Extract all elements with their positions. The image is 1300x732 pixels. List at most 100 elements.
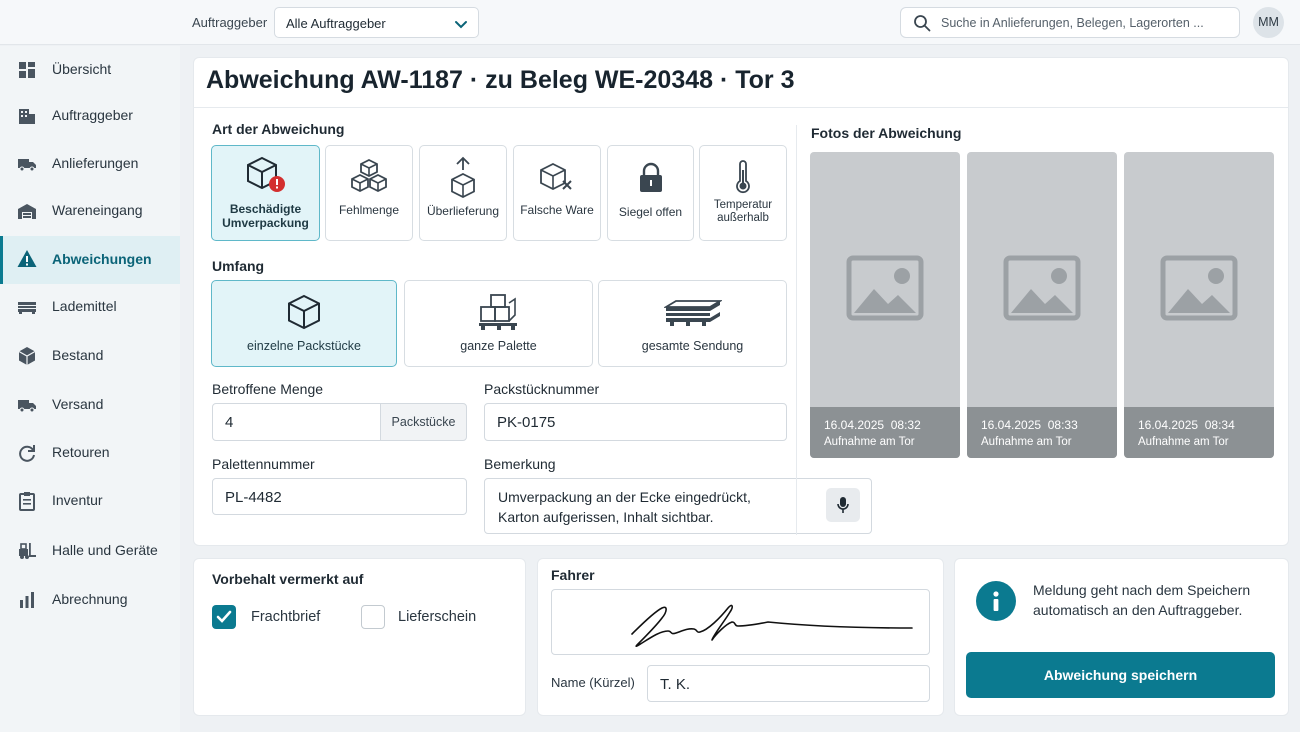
sidebar-item-auftraggeber[interactable]: Auftraggeber [0, 94, 180, 138]
save-deviation-button[interactable]: Abweichung speichern [966, 652, 1275, 698]
scope-whole-pallet[interactable]: ganze Palette [404, 280, 593, 367]
photo-caption-text: Aufnahme am Tor [824, 436, 915, 448]
sidebar-item-label: Wareneingang [52, 202, 143, 218]
sidebar-item-label: Bestand [52, 347, 104, 363]
image-placeholder-icon [1160, 255, 1238, 321]
sidebar-item-label: Inventur [52, 492, 103, 508]
sidebar-item-label: Lademittel [52, 298, 117, 314]
driver-name-label: Name (Kürzel) [551, 675, 635, 690]
sidebar-item-anlieferungen[interactable]: Anlieferungen [0, 142, 180, 186]
sidebar-item-retouren[interactable]: Retouren [0, 431, 180, 475]
quantity-label: Betroffene Menge [212, 381, 324, 397]
checkbox-frachtbrief[interactable] [212, 605, 236, 629]
remark-line: Umverpackung an der Ecke eingedrückt, [498, 489, 751, 505]
sidebar-item-bestand[interactable]: Bestand [0, 334, 180, 378]
sidebar-item-label: Abrechnung [52, 591, 128, 607]
deviation-type-overdelivery[interactable]: Überlieferung [419, 145, 507, 241]
driver-label: Fahrer [551, 567, 595, 583]
tile-label: Falsche Ware [520, 203, 594, 217]
tile-label: gesamte Sendung [641, 339, 744, 353]
pallet-number-input[interactable]: PL-4482 [212, 478, 467, 515]
damaged-box-icon [246, 156, 285, 192]
client-filter-label: Auftraggeber [192, 15, 268, 30]
warehouse-icon [18, 204, 36, 219]
lock-icon [639, 162, 662, 192]
scope-entire-shipment[interactable]: gesamte Sendung [598, 280, 787, 367]
tile-label: Temperatur außerhalb [713, 199, 773, 224]
dictate-button[interactable] [826, 488, 860, 522]
clipboard-icon [19, 492, 35, 511]
remark-textarea[interactable]: Umverpackung an der Ecke eingedrückt, Ka… [484, 478, 872, 534]
checkbox-lieferschein[interactable] [361, 605, 385, 629]
sidebar-item-abrechnung[interactable]: Abrechnung [0, 578, 180, 622]
photo-date: 16.04.2025 [1138, 418, 1199, 432]
avatar[interactable]: MM [1253, 7, 1284, 38]
photo-thumbnail[interactable]: 16.04.2025 08:32 Aufnahme am Tor [810, 152, 960, 458]
dashboard-icon [19, 62, 35, 78]
package-number-input[interactable]: PK-0175 [484, 403, 787, 441]
sidebar-item-halle-und-geraete[interactable]: Halle und Geräte [0, 529, 180, 573]
deviation-type-wrong-goods[interactable]: Falsche Ware [513, 145, 601, 241]
box-icon [288, 294, 320, 330]
client-select-value: Alle Auftraggeber [286, 16, 386, 31]
checkbox-label: Lieferschein [398, 609, 477, 625]
truck-icon [18, 159, 36, 172]
sidebar-item-label: Halle und Geräte [52, 542, 158, 558]
sidebar: Übersicht Auftraggeber Anlieferungen War… [0, 46, 180, 732]
sidebar-item-wareneingang[interactable]: Wareneingang [0, 189, 180, 233]
tile-label: ganze Palette [460, 339, 537, 353]
signature-pad[interactable] [551, 589, 930, 655]
building-icon [19, 109, 35, 124]
quantity-input[interactable]: 4 [212, 403, 382, 441]
sidebar-item-label: Retouren [52, 444, 110, 460]
tile-label: Beschädigte Umverpackung [222, 202, 309, 230]
deviation-type-label: Art der Abweichung [212, 121, 345, 137]
box-x-icon [540, 162, 572, 191]
deviation-type-shortage[interactable]: Fehlmenge [325, 145, 413, 241]
scope-single-packages[interactable]: einzelne Packstücke [211, 280, 397, 367]
return-icon [19, 445, 35, 462]
sidebar-item-label: Übersicht [52, 61, 112, 77]
box-arrow-up-icon [451, 156, 475, 198]
scope-label: Umfang [212, 258, 265, 274]
sidebar-item-uebersicht[interactable]: Übersicht [0, 48, 180, 92]
deviation-type-damaged-packaging[interactable]: Beschädigte Umverpackung [211, 145, 320, 241]
tile-label: Siegel offen [618, 205, 683, 219]
search-placeholder: Suche in Anlieferungen, Belegen, Lageror… [941, 16, 1204, 30]
photo-caption-text: Aufnahme am Tor [981, 436, 1072, 448]
image-placeholder-icon [846, 255, 924, 321]
search-icon [914, 15, 931, 32]
forklift-icon [19, 543, 36, 559]
top-bar: Auftraggeber Alle Auftraggeber Suche in … [0, 0, 1300, 45]
photo-time: 08:34 [1204, 418, 1235, 432]
photo-thumbnail[interactable]: 16.04.2025 08:33 Aufnahme am Tor [967, 152, 1117, 458]
box-icon [18, 347, 36, 365]
search-input[interactable]: Suche in Anlieferungen, Belegen, Lageror… [900, 7, 1240, 38]
photo-caption: 16.04.2025 08:32 Aufnahme am Tor [810, 407, 960, 458]
checkmark-icon [216, 610, 232, 623]
pallet-icon [18, 302, 36, 314]
sidebar-item-versand[interactable]: Versand [0, 383, 180, 427]
divider [796, 125, 797, 535]
microphone-icon [837, 497, 849, 513]
photo-time: 08:32 [890, 418, 921, 432]
thermometer-icon [736, 160, 750, 194]
tile-label: Überlieferung [426, 204, 500, 218]
page-title: Abweichung AW-1187 · zu Beleg WE-20348 ·… [206, 66, 795, 94]
driver-name-input[interactable]: T. K. [647, 665, 930, 702]
pallet-number-label: Palettennummer [212, 456, 315, 472]
photos-label: Fotos der Abweichung [811, 125, 962, 141]
tile-label: einzelne Packstücke [247, 339, 361, 353]
sidebar-item-inventur[interactable]: Inventur [0, 479, 180, 523]
photo-caption: 16.04.2025 08:34 Aufnahme am Tor [1124, 407, 1274, 458]
pallet-icon [663, 300, 722, 326]
sidebar-item-abweichungen[interactable]: Abweichungen [0, 236, 180, 284]
deviation-type-seal-open[interactable]: Siegel offen [607, 145, 694, 241]
client-select[interactable]: Alle Auftraggeber [274, 7, 479, 38]
sidebar-item-lademittel[interactable]: Lademittel [0, 285, 180, 329]
deviation-type-temperature[interactable]: Temperatur außerhalb [699, 145, 787, 241]
tile-label: Fehlmenge [338, 203, 400, 217]
sidebar-item-label: Versand [52, 396, 104, 412]
sidebar-item-label: Abweichungen [52, 251, 152, 267]
photo-thumbnail[interactable]: 16.04.2025 08:34 Aufnahme am Tor [1124, 152, 1274, 458]
